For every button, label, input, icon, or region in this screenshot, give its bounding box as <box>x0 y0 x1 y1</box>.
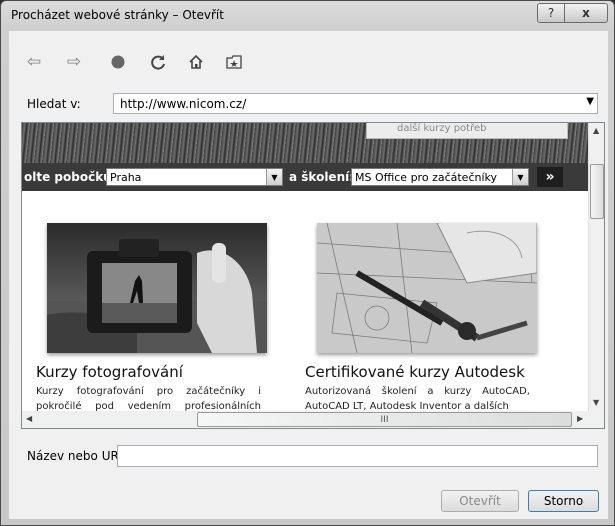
favorites-icon[interactable] <box>223 51 245 73</box>
scroll-right-icon[interactable]: ▶ <box>577 414 583 423</box>
card-description-photography: Kurzy fotografování pro začátečníky i po… <box>36 386 261 411</box>
training-label: a školení: <box>289 170 355 184</box>
search-combobox[interactable]: http://www.nicom.cz/ ▼ <box>113 93 598 114</box>
scroll-down-icon[interactable]: ▼ <box>593 398 599 407</box>
scroll-up-icon[interactable]: ▲ <box>593 126 599 135</box>
branch-value: Praha <box>110 171 142 184</box>
web-content: další kurzy potřeb olte pobočku: Praha ▼… <box>22 123 588 411</box>
horizontal-scrollbar[interactable]: ◀ III ▶ <box>22 411 588 428</box>
web-browser-view[interactable]: další kurzy potřeb olte pobočku: Praha ▼… <box>21 122 605 429</box>
header-card: další kurzy potřeb <box>366 123 568 139</box>
cancel-button[interactable]: Storno <box>528 490 599 512</box>
dialog-client: ⇦ ⇨ Hledat v: http://www.nicom.cz/ ▼ dal… <box>9 31 608 519</box>
open-button[interactable]: Otevřít <box>441 490 519 512</box>
vertical-scrollbar[interactable]: ▲ ▼ <box>588 123 604 411</box>
close-button[interactable]: x <box>564 3 608 23</box>
home-icon[interactable] <box>185 51 207 73</box>
branch-label: olte pobočku: <box>24 170 117 184</box>
header-card-text: další kurzy potřeb <box>397 123 487 134</box>
branch-select[interactable]: Praha ▼ <box>106 168 283 186</box>
dialog-window: Procházet webové stránky – Otevřít ? x ⇦… <box>0 0 615 526</box>
refresh-icon[interactable] <box>147 51 169 73</box>
navigation-toolbar: ⇦ ⇨ <box>9 31 608 91</box>
go-button[interactable]: » <box>537 167 563 187</box>
help-button[interactable]: ? <box>537 3 565 23</box>
horizontal-scroll-thumb[interactable]: III <box>197 412 572 427</box>
training-value: MS Office pro začátečníky <box>355 171 498 184</box>
vertical-scroll-thumb[interactable] <box>590 164 604 219</box>
scroll-left-icon[interactable]: ◀ <box>26 414 32 423</box>
search-label: Hledat v: <box>27 97 81 111</box>
card-title-photography[interactable]: Kurzy fotografování <box>36 363 183 381</box>
chevron-down-icon[interactable]: ▼ <box>266 169 282 185</box>
chevron-down-icon[interactable]: ▼ <box>512 169 528 185</box>
url-label: Název nebo URL: <box>27 449 130 463</box>
url-input[interactable] <box>117 445 598 467</box>
training-select[interactable]: MS Office pro začátečníky ▼ <box>351 168 529 186</box>
filter-bar: olte pobočku: Praha ▼ a školení: MS Offi… <box>22 163 588 191</box>
chevron-down-icon[interactable]: ▼ <box>586 96 594 107</box>
autodesk-image[interactable] <box>317 223 537 353</box>
forward-arrow-icon[interactable]: ⇨ <box>63 51 85 73</box>
card-title-autodesk[interactable]: Certifikované kurzy Autodesk <box>305 363 525 381</box>
card-description-autodesk: Autorizovaná školení a kurzy AutoCAD, Au… <box>305 386 530 411</box>
window-title: Procházet webové stránky – Otevřít <box>11 8 224 22</box>
photography-image[interactable] <box>47 223 267 353</box>
title-bar[interactable]: Procházet webové stránky – Otevřít ? x <box>1 1 614 31</box>
stop-icon[interactable] <box>107 51 129 73</box>
search-value: http://www.nicom.cz/ <box>120 97 247 111</box>
scrollbar-corner <box>588 411 604 428</box>
back-arrow-icon[interactable]: ⇦ <box>23 51 45 73</box>
